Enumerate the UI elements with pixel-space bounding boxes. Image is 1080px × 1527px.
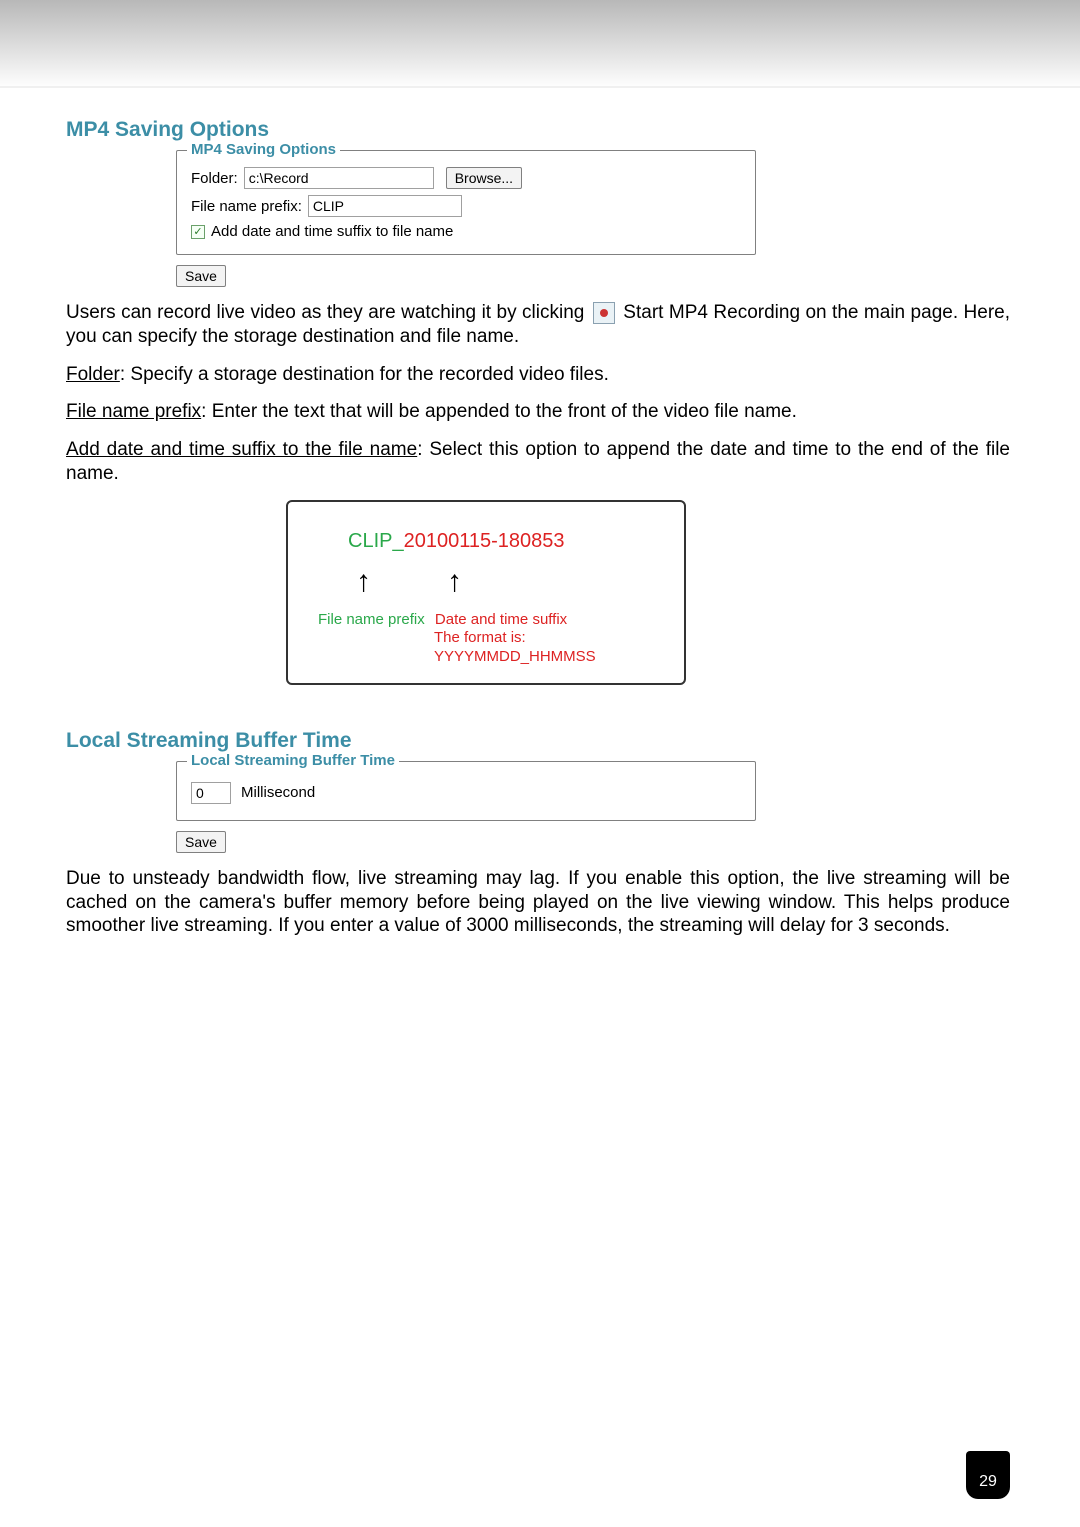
buffer-paragraph: Due to unsteady bandwidth flow, live str… (66, 867, 1010, 938)
example-filename: CLIP_20100115-180853 (348, 530, 654, 553)
browse-button[interactable]: Browse... (446, 167, 522, 189)
buffer-section-title: Local Streaming Buffer Time (66, 729, 1010, 753)
mp4-section-title: MP4 Saving Options (66, 118, 1010, 142)
up-arrow-icon: ↑ (447, 567, 462, 597)
buffer-input[interactable] (191, 782, 231, 804)
page-content: MP4 Saving Options MP4 Saving Options Fo… (0, 88, 1080, 938)
folder-desc: : Specify a storage destination for the … (120, 364, 609, 385)
folder-row: Folder: Browse... (191, 167, 741, 189)
suffix-checkbox-label: Add date and time suffix to file name (211, 223, 453, 240)
example-suffix-caption: Date and time suffix (435, 611, 567, 628)
filename-example-box: CLIP_20100115-180853 ↑ ↑ File name prefi… (286, 500, 686, 685)
example-prefix-caption: File name prefix (318, 611, 425, 628)
prefix-input[interactable] (308, 195, 462, 217)
buffer-row: Millisecond (191, 782, 741, 804)
prefix-row: File name prefix: (191, 195, 741, 217)
up-arrow-icon: ↑ (356, 567, 371, 597)
suffix-checkbox-row: ✓ Add date and time suffix to file name (191, 223, 741, 240)
suffix-term: Add date and time suffix to the file nam… (66, 439, 417, 460)
example-clip-part: CLIP_ (348, 530, 404, 552)
prefix-desc: : Enter the text that will be appended t… (201, 401, 797, 422)
folder-paragraph: Folder: Specify a storage destination fo… (66, 363, 1010, 387)
example-datetime-part: 20100115-180853 (404, 530, 565, 552)
example-arrows: ↑ ↑ (356, 567, 654, 597)
prefix-term: File name prefix (66, 401, 201, 422)
buffer-unit-label: Millisecond (241, 784, 315, 801)
folder-input[interactable] (244, 167, 434, 189)
buffer-fieldset-legend: Local Streaming Buffer Time (187, 752, 399, 769)
intro-pre: Users can record live video as they are … (66, 302, 584, 323)
prefix-label: File name prefix: (191, 198, 302, 215)
page-header-gradient (0, 0, 1080, 88)
buffer-fieldset: Local Streaming Buffer Time Millisecond (176, 761, 756, 821)
folder-label: Folder: (191, 170, 238, 187)
buffer-save-button[interactable]: Save (176, 831, 226, 853)
page-number-badge: 29 (966, 1451, 1010, 1499)
suffix-paragraph: Add date and time suffix to the file nam… (66, 438, 1010, 486)
folder-term: Folder (66, 364, 120, 385)
intro-paragraph: Users can record live video as they are … (66, 301, 1010, 349)
suffix-checkbox[interactable]: ✓ (191, 225, 205, 239)
mp4-fieldset-legend: MP4 Saving Options (187, 141, 340, 158)
example-caption: File name prefix Date and time suffix Th… (318, 611, 654, 667)
example-format-caption: The format is: YYYYMMDD_HHMMSS (434, 629, 654, 667)
prefix-paragraph: File name prefix: Enter the text that wi… (66, 400, 1010, 424)
record-icon (593, 302, 615, 324)
mp4-save-button[interactable]: Save (176, 265, 226, 287)
mp4-options-fieldset: MP4 Saving Options Folder: Browse... Fil… (176, 150, 756, 255)
